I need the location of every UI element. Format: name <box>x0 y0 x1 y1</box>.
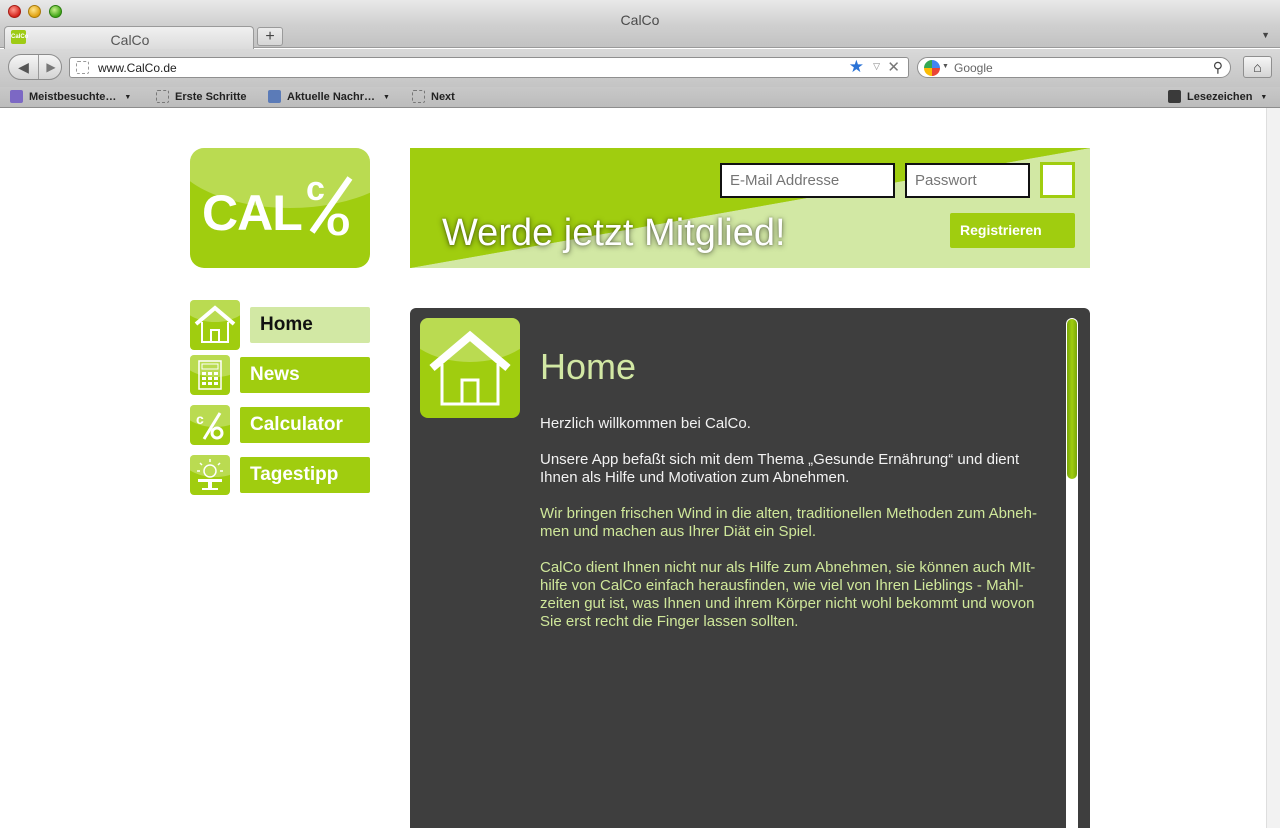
tab-bar: CalCo CalCo + ▼ <box>0 26 1280 49</box>
bookmark-next[interactable]: Next <box>412 90 455 105</box>
google-icon[interactable] <box>924 60 940 76</box>
navigation-toolbar: ◀ ▶ www.CalCo.de ★ ▽ ✕ ▼ Google ⚲ ⌂ <box>0 49 1280 87</box>
most-visited-icon <box>10 90 23 103</box>
content-body: Herzlich willkommen bei CalCo. Unsere Ap… <box>540 415 1050 649</box>
password-field[interactable] <box>905 163 1030 198</box>
nav-label-tagestipp[interactable]: Tagestipp <box>240 457 370 493</box>
bookmarks-toolbar: Meistbesuchte… ▼ Erste Schritte Aktuelle … <box>0 87 1280 108</box>
bookmarks-menu-label: Lesezeichen <box>1187 91 1253 103</box>
page-title: Home <box>540 346 637 387</box>
tab-calco[interactable]: CalCo CalCo <box>4 26 254 49</box>
mission-paragraph: Wir bringen frischen Wind in die alten, … <box>540 505 1037 540</box>
login-button[interactable] <box>1040 162 1075 198</box>
stop-loading-icon[interactable]: ✕ <box>887 58 900 76</box>
nav-item-tagestipp[interactable]: Tagestipp <box>190 450 370 500</box>
forward-button[interactable]: ▶ <box>40 55 62 79</box>
window-titlebar: CalCo <box>0 0 1280 28</box>
search-engine-chevron-icon[interactable]: ▼ <box>942 63 949 70</box>
chevron-down-icon: ▼ <box>383 94 390 101</box>
features-paragraph: CalCo dient Ihnen nicht nur als Hilfe zu… <box>540 559 1036 630</box>
welcome-paragraph: Herzlich willkommen bei CalCo. <box>540 415 751 432</box>
bookmark-star-icon[interactable]: ★ <box>849 57 864 77</box>
tab-list-chevron-icon[interactable]: ▼ <box>1261 30 1270 40</box>
bookmark-label: Meistbesuchte… <box>29 91 117 103</box>
nav-item-news[interactable]: News <box>190 350 370 400</box>
calculator-keypad-icon <box>190 355 230 395</box>
content-panel: Home Herzlich willkommen bei CalCo. Unse… <box>410 308 1090 828</box>
page-favicon-icon <box>76 61 89 74</box>
rss-icon <box>268 90 281 103</box>
bookmarks-star-icon <box>1168 90 1181 103</box>
bookmarks-menu-button[interactable]: Lesezeichen ▼ <box>1168 90 1267 105</box>
percent-icon: c <box>190 405 230 445</box>
nav-label-news[interactable]: News <box>240 357 370 393</box>
signup-banner: Werde jetzt Mitglied! Registrieren <box>410 148 1090 268</box>
nav-item-calculator[interactable]: c Calculator <box>190 400 370 450</box>
new-tab-button[interactable]: + <box>257 27 283 46</box>
svg-text:c: c <box>196 411 204 427</box>
nav-label-calculator[interactable]: Calculator <box>240 407 370 443</box>
house-icon <box>420 318 520 418</box>
home-button[interactable]: ⌂ <box>1243 56 1272 78</box>
page-icon <box>156 90 169 103</box>
back-button[interactable]: ◀ <box>9 55 39 79</box>
banner-headline: Werde jetzt Mitglied! <box>442 212 786 254</box>
content-scrollbar[interactable] <box>1066 318 1078 828</box>
back-forward-group: ◀ ▶ <box>8 54 62 80</box>
nav-item-home[interactable]: Home <box>190 300 370 350</box>
search-bar[interactable]: ▼ Google ⚲ <box>917 57 1231 78</box>
intro-paragraph: Unsere App befaßt sich mit dem Thema „Ge… <box>540 451 1020 486</box>
nav-label-home[interactable]: Home <box>250 307 370 343</box>
bookmark-label: Erste Schritte <box>175 91 247 103</box>
calco-logo[interactable]: CAL c o <box>190 148 370 268</box>
bookmark-label: Next <box>431 91 455 103</box>
logo-c: c <box>306 170 325 208</box>
content-scrollbar-thumb[interactable] <box>1067 319 1077 479</box>
email-field[interactable] <box>720 163 895 198</box>
page-scrollbar[interactable] <box>1266 108 1280 828</box>
register-button[interactable]: Registrieren <box>950 213 1075 248</box>
house-icon <box>190 300 240 350</box>
url-text[interactable]: www.CalCo.de <box>98 61 177 75</box>
url-history-chevron-icon[interactable]: ▽ <box>873 61 880 72</box>
bookmark-news[interactable]: Aktuelle Nachr… ▼ <box>268 90 390 105</box>
search-icon[interactable]: ⚲ <box>1213 59 1223 76</box>
search-input[interactable]: Google <box>954 61 993 75</box>
chevron-down-icon: ▼ <box>124 94 132 101</box>
page-icon <box>412 90 425 103</box>
web-page: CAL c o Werde jetzt Mitglied! Registrier… <box>0 108 1266 828</box>
lightbulb-icon <box>190 455 230 495</box>
logo-text: CAL <box>202 185 303 241</box>
bookmark-label: Aktuelle Nachr… <box>287 91 376 103</box>
tab-label: CalCo <box>110 32 150 48</box>
chevron-down-icon: ▼ <box>1260 94 1268 101</box>
bookmark-getting-started[interactable]: Erste Schritte <box>156 90 247 105</box>
address-bar[interactable]: www.CalCo.de ★ ▽ ✕ <box>69 57 909 78</box>
logo-o: o <box>326 200 351 244</box>
bookmark-most-visited[interactable]: Meistbesuchte… ▼ <box>10 90 131 105</box>
